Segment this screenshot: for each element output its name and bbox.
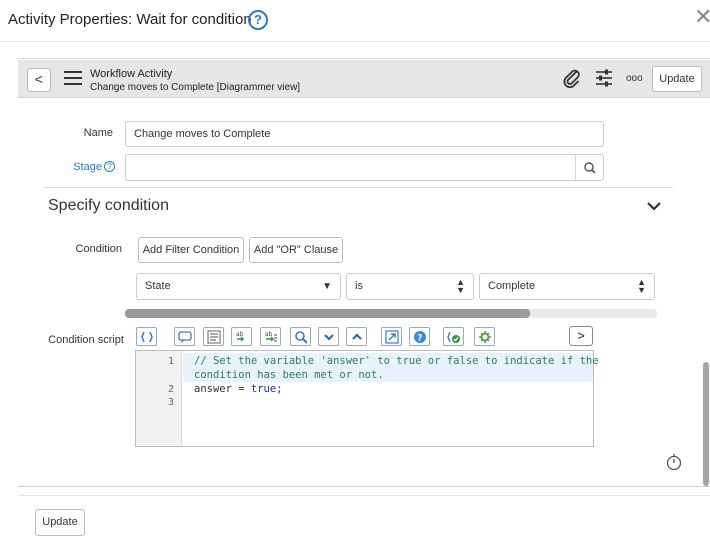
code-variable: answer = [194, 383, 251, 395]
fullscreen-icon[interactable] [381, 327, 402, 346]
vertical-scrollbar[interactable] [703, 362, 709, 486]
close-icon[interactable]: ✕ [694, 4, 710, 30]
condition-field-value: State [145, 280, 171, 292]
record-name-label: Change moves to Complete [Diagrammer vie… [90, 82, 301, 93]
spinner-arrows-icon: ▲ ▼ [456, 277, 465, 295]
replace-icon[interactable]: ab [231, 327, 252, 346]
find-next-icon[interactable] [318, 327, 339, 346]
stage-label: Stage? [55, 161, 115, 173]
line-number-gutter: 1 2 3 [136, 351, 182, 446]
scrollbar-thumb[interactable] [125, 309, 530, 318]
script-list-icon[interactable] [203, 327, 224, 346]
stage-field[interactable] [125, 154, 576, 181]
code-line-1-wrap: condition has been met or not. [194, 369, 384, 381]
attachment-icon[interactable] [563, 68, 581, 93]
line-number: 1 [167, 356, 174, 367]
dropdown-arrow-icon: ▼ [322, 281, 332, 292]
record-type-label: Workflow Activity [90, 68, 173, 80]
chevron-down-icon[interactable] [645, 199, 663, 217]
stage-label-text: Stage [73, 161, 102, 173]
horizontal-scrollbar[interactable] [125, 309, 657, 318]
back-button[interactable]: < [27, 68, 51, 92]
stage-help-icon[interactable]: ? [104, 161, 115, 172]
timer-icon[interactable] [664, 452, 684, 477]
section-divider [43, 187, 673, 188]
code-keyword: true [250, 383, 277, 395]
condition-value-value: Complete [488, 280, 536, 292]
stage-search-button[interactable] [575, 154, 604, 181]
line-number: 2 [167, 384, 174, 395]
condition-field-select[interactable]: State ▼ [136, 273, 341, 300]
more-options-icon[interactable]: ooo [626, 73, 643, 84]
svg-text:?: ? [417, 334, 422, 344]
help-icon[interactable]: ? [248, 10, 268, 30]
comment-icon[interactable] [174, 327, 195, 346]
format-code-icon[interactable] [136, 327, 157, 346]
name-field[interactable]: Change moves to Complete [125, 121, 604, 147]
replace-all-icon[interactable]: ab [260, 327, 281, 346]
add-filter-condition-button[interactable]: Add Filter Condition [138, 237, 244, 263]
code-semicolon: ; [276, 383, 283, 395]
dialog-header: Activity Properties: Wait for condition … [0, 0, 710, 42]
add-or-clause-button[interactable]: Add "OR" Clause [249, 237, 343, 263]
help-icon[interactable]: ? [409, 327, 430, 346]
update-button-bottom[interactable]: Update [35, 509, 85, 536]
svg-text:ab: ab [236, 331, 244, 338]
footer-divider [18, 495, 710, 496]
condition-operator-select[interactable]: is ▲ ▼ [346, 273, 474, 300]
condition-operator-value: is [355, 280, 363, 292]
toolbar-next-button[interactable]: > [569, 326, 593, 346]
find-previous-icon[interactable] [346, 327, 367, 346]
search-icon [584, 162, 596, 174]
script-editor[interactable]: 1 2 3 // Set the variable 'answer' to tr… [135, 350, 599, 447]
line-number: 3 [167, 397, 174, 408]
form-header: < Workflow Activity Change moves to Comp… [18, 60, 710, 98]
condition-label: Condition [75, 243, 122, 255]
name-label: Name [83, 127, 113, 139]
syntax-check-icon[interactable] [443, 327, 464, 346]
update-button-top[interactable]: Update [652, 66, 702, 92]
debug-icon[interactable] [474, 327, 495, 346]
spinner-arrows-icon: ▲ ▼ [637, 277, 646, 295]
dialog-title: Activity Properties: Wait for condition [8, 11, 252, 28]
search-icon[interactable] [290, 327, 311, 346]
condition-value-select[interactable]: Complete ▲ ▼ [479, 273, 655, 300]
hamburger-menu-icon[interactable] [64, 71, 82, 85]
code-line-1: // Set the variable 'answer' to true or … [194, 355, 599, 367]
footer-divider [18, 486, 710, 487]
settings-sliders-icon[interactable] [595, 69, 613, 92]
condition-script-label: Condition script [48, 334, 124, 346]
code-line-2: answer = true; [194, 383, 283, 396]
section-title: Specify condition [48, 197, 169, 214]
